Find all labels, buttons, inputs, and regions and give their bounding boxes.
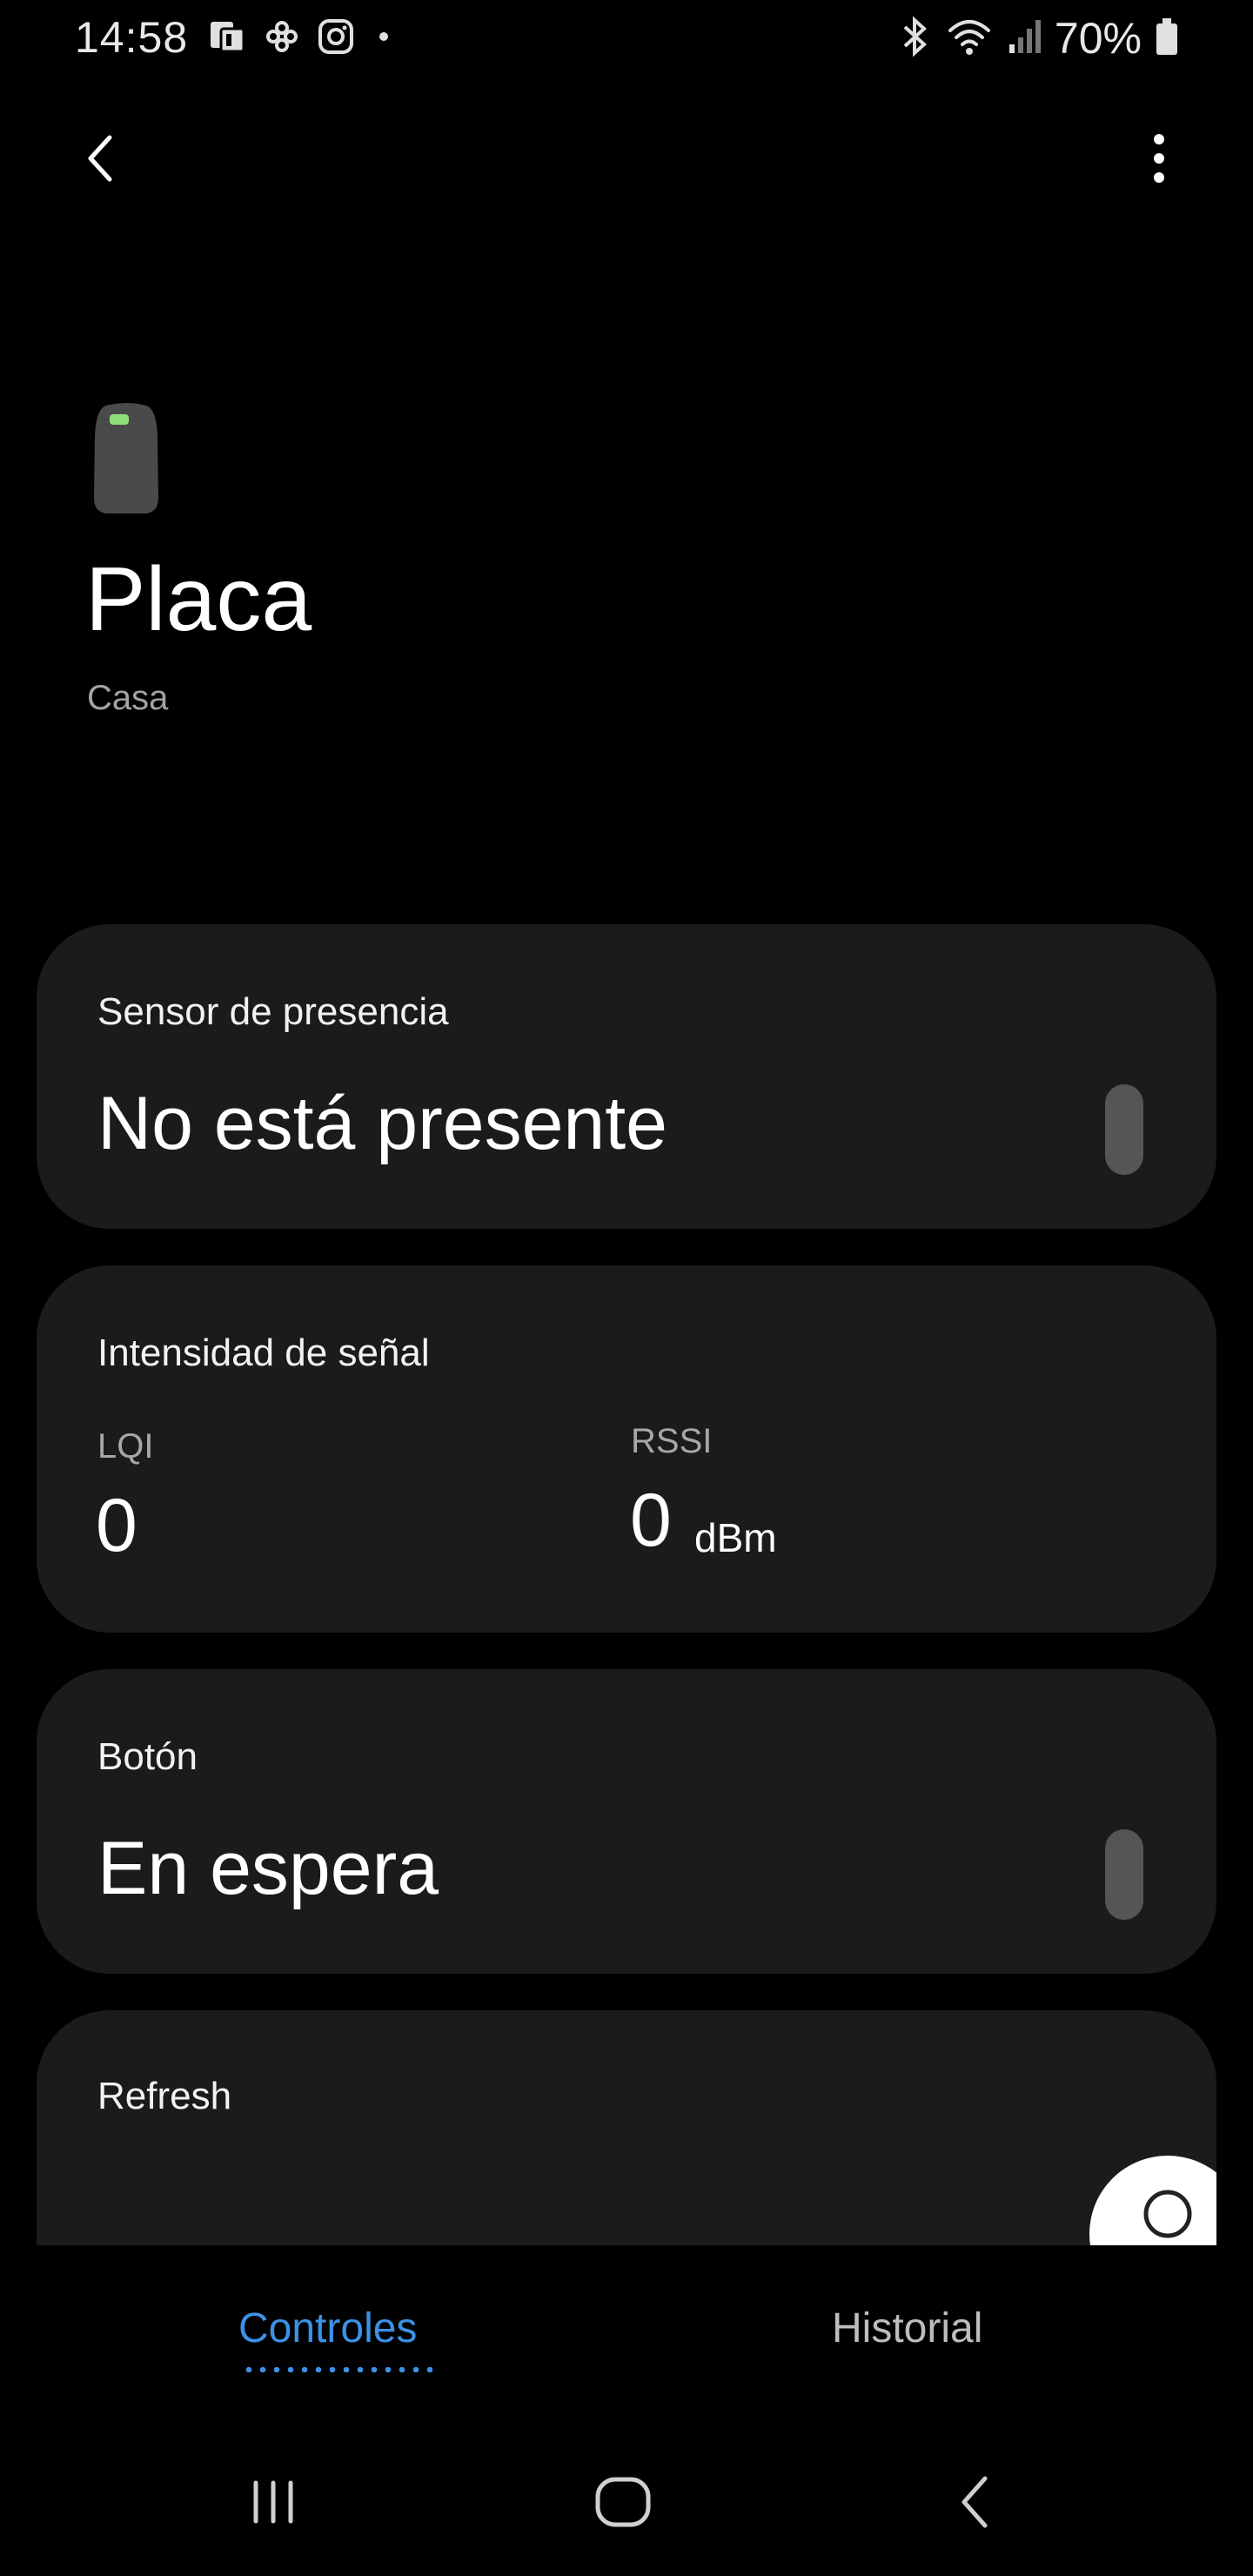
bluetooth-icon [898,15,933,63]
message-app-icon [207,17,247,61]
device-room: Casa [87,679,169,717]
circle-icon [1143,2190,1192,2238]
refresh-label: Refresh [97,2075,232,2117]
presence-sensor-card[interactable]: Sensor de presencia No está presente [37,924,1216,1229]
signal-strength-label: Intensidad de señal [97,1332,430,1374]
device-image [90,402,162,517]
recent-apps-button[interactable] [221,2463,325,2541]
device-name: Placa [85,549,312,650]
presence-sensor-label: Sensor de presencia [97,990,449,1033]
more-vertical-icon [1154,134,1164,183]
home-button[interactable] [571,2463,675,2541]
tab-controles[interactable]: Controles [238,2304,417,2352]
refresh-card: Refresh [37,2010,1216,2247]
status-bar: 14:58 70% [0,0,1253,78]
refresh-button[interactable] [1089,2156,1216,2247]
nav-back-icon [962,2476,988,2528]
presence-status-indicator [1105,1084,1143,1175]
rssi-value: 0 [630,1479,672,1562]
lqi-value: 0 [96,1484,137,1567]
signal-strength-card[interactable]: Intensidad de señal LQI 0 RSSI 0 dBm [37,1265,1216,1633]
battery-percentage: 70% [1054,14,1142,63]
chevron-left-icon [88,135,112,182]
battery-icon [1154,15,1180,63]
rssi-unit: dBm [694,1515,777,1560]
bottom-tab-bar: Controles Historial [0,2245,1253,2428]
active-tab-indicator [242,2367,433,2372]
flower-app-icon [263,17,301,60]
home-icon [595,2477,651,2527]
button-value: En espera [97,1827,439,1910]
status-time: 14:58 [75,13,189,62]
instagram-icon [317,17,355,60]
presence-sensor-value: No está presente [97,1082,667,1165]
more-options-button[interactable] [1131,122,1187,195]
tab-historial[interactable]: Historial [832,2304,982,2352]
notification-dot-icon [371,17,397,60]
recent-apps-icon [253,2480,293,2524]
system-navigation-bar [0,2428,1253,2576]
button-card[interactable]: Botón En espera [37,1669,1216,1974]
rssi-label: RSSI [631,1422,713,1460]
back-button[interactable] [71,122,127,195]
nav-back-button[interactable] [922,2463,1027,2541]
notification-icons [207,16,397,61]
button-status-indicator [1105,1829,1143,1920]
system-icons: 70% [898,12,1180,64]
button-label: Botón [97,1735,198,1778]
wifi-icon [945,15,994,63]
lqi-label: LQI [97,1427,154,1466]
signal-icon [1006,15,1042,63]
